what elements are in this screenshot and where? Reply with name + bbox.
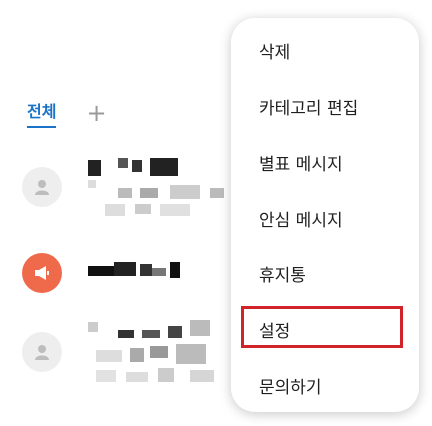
person-icon (35, 345, 49, 360)
menu-item-delete[interactable]: 삭제 (259, 38, 290, 63)
menu-item-trash[interactable]: 휴지통 (259, 261, 306, 286)
menu-item-safe-messages[interactable]: 안심 메시지 (259, 206, 343, 231)
tab-all[interactable]: 전체 (27, 98, 57, 128)
menu-item-settings[interactable]: 설정 (259, 317, 290, 342)
overflow-menu: 삭제 카테고리 편집 별표 메시지 안심 메시지 휴지통 설정 문의하기 (231, 18, 419, 412)
category-tabs: 전체 + (27, 98, 107, 128)
menu-item-edit-category[interactable]: 카테고리 편집 (259, 94, 358, 119)
avatar[interactable] (22, 332, 62, 372)
add-category-button[interactable]: + (86, 101, 106, 125)
avatar[interactable] (22, 167, 62, 207)
person-icon (35, 180, 49, 195)
menu-item-contact[interactable]: 문의하기 (259, 373, 322, 398)
menu-item-starred-messages[interactable]: 별표 메시지 (259, 150, 343, 175)
avatar[interactable] (22, 253, 62, 293)
megaphone-icon (35, 266, 49, 280)
